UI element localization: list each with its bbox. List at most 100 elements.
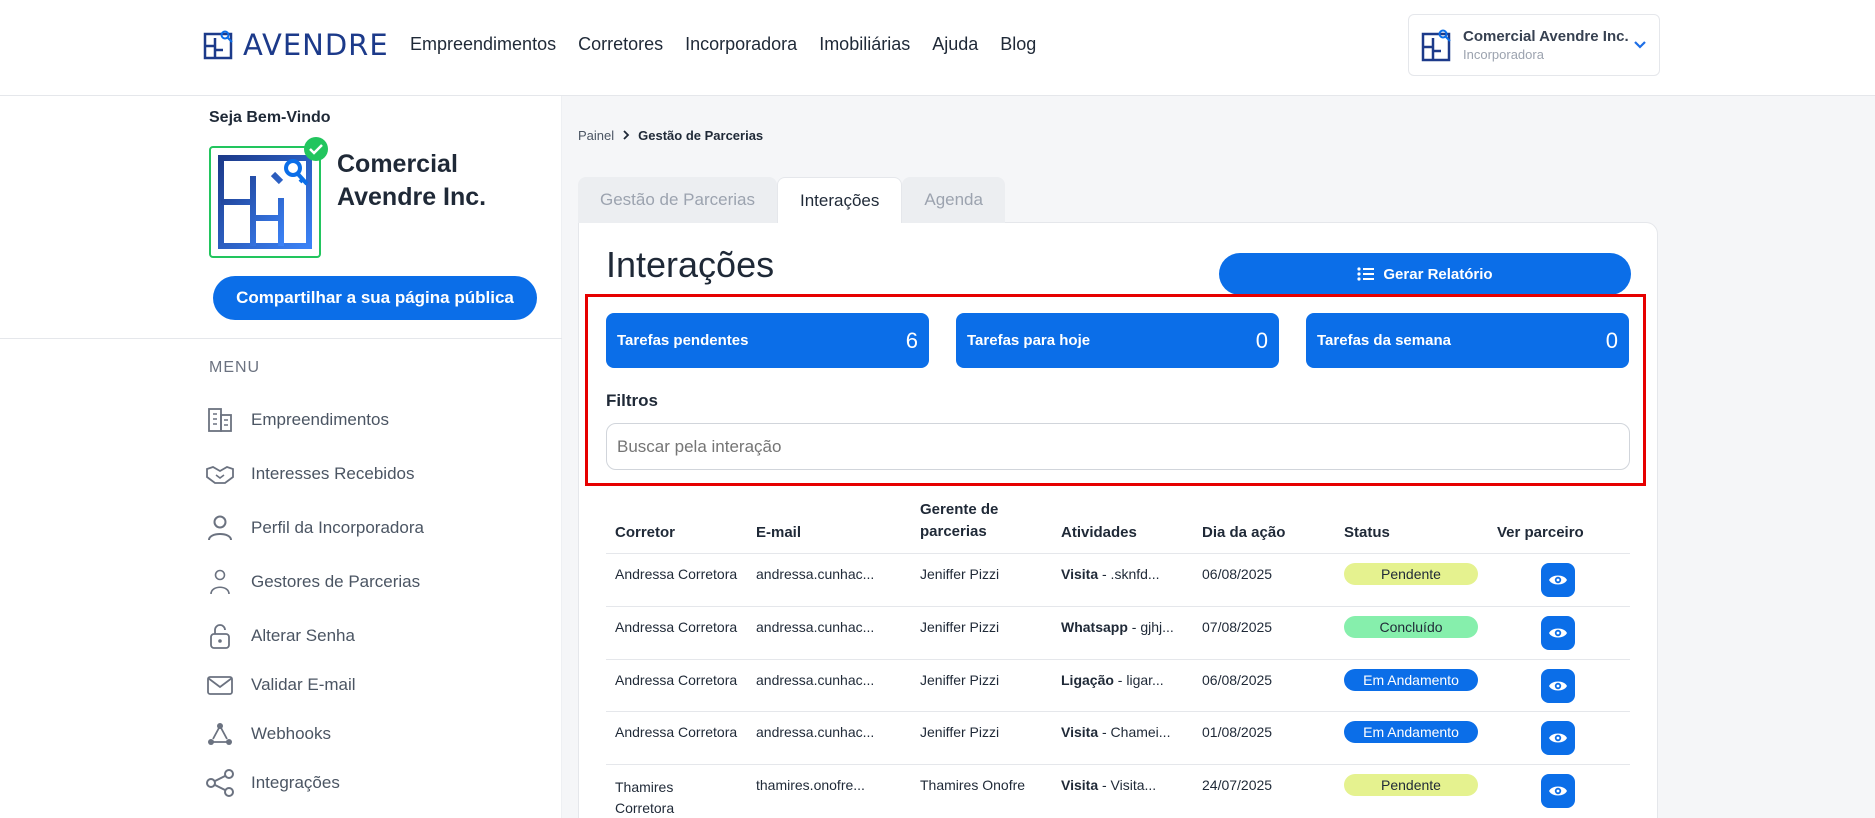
sidebar-item-label: Alterar Senha [251, 626, 355, 645]
sidebar-item-validar-email[interactable]: Validar E-mail [205, 667, 356, 703]
account-logo-icon [1421, 29, 1451, 62]
eye-icon [1549, 628, 1567, 638]
cell-corretor: Andressa Corretora [615, 724, 738, 740]
sidebar-item-label: Webhooks [251, 724, 332, 743]
cell-gerente: Jeniffer Pizzi [920, 672, 1000, 688]
sidebar-item-gestores[interactable]: Gestores de Parcerias [205, 564, 420, 600]
nav-blog[interactable]: Blog [1000, 34, 1036, 55]
generate-report-label: Gerar Relatório [1383, 265, 1493, 283]
account-switcher[interactable]: Comercial Avendre Inc. Incorporadora [1408, 14, 1660, 76]
cell-dia: 07/08/2025 [1202, 619, 1273, 635]
mail-icon [207, 676, 233, 695]
tab-agenda[interactable]: Agenda [902, 177, 1005, 223]
nav-imobiliarias[interactable]: Imobiliárias [819, 34, 910, 55]
sidebar-item-interesses[interactable]: Interesses Recebidos [205, 456, 414, 492]
stat-label: Tarefas para hoje [967, 332, 1091, 349]
verified-badge-icon [304, 137, 328, 161]
column-header-dia: Dia da ação [1202, 524, 1286, 541]
stat-tarefas-hoje[interactable]: Tarefas para hoje 0 [956, 313, 1279, 368]
nav-ajuda[interactable]: Ajuda [932, 34, 978, 55]
activity-type: Visita [1061, 777, 1099, 793]
column-header-ver-parceiro: Ver parceiro [1497, 524, 1584, 541]
column-header-email: E-mail [756, 524, 802, 541]
tab-bar: Gestão de Parcerias Interações Agenda [578, 177, 1005, 223]
cell-email: andressa.cunhac... [756, 619, 875, 635]
activity-desc: - Chamei... [1098, 724, 1171, 740]
cell-atividade: Ligação - ligar... [1061, 672, 1164, 688]
nav-incorporadora[interactable]: Incorporadora [685, 34, 797, 55]
company-logo-icon [218, 155, 312, 249]
cell-email: andressa.cunhac... [756, 566, 875, 582]
row-divider [606, 606, 1630, 607]
row-divider [606, 659, 1630, 660]
search-input[interactable] [606, 423, 1630, 470]
stat-value: 6 [905, 327, 918, 353]
cell-email: andressa.cunhac... [756, 672, 875, 688]
sidebar-item-label: Gestores de Parcerias [251, 572, 421, 591]
sidebar-item-alterar-senha[interactable]: Alterar Senha [205, 618, 355, 654]
eye-icon [1549, 786, 1567, 796]
stat-label: Tarefas da semana [1317, 332, 1451, 349]
activity-type: Ligação [1061, 672, 1114, 688]
webhook-icon [208, 723, 232, 745]
cell-dia: 06/08/2025 [1202, 566, 1273, 582]
menu-title: MENU [209, 359, 261, 376]
row-divider [606, 553, 1630, 554]
building-icon [208, 408, 232, 432]
view-partner-button[interactable] [1541, 721, 1575, 755]
cell-corretor: Andressa Corretora [615, 619, 738, 635]
sidebar-item-integracoes[interactable]: Integrações [205, 765, 340, 801]
sidebar-item-perfil[interactable]: Perfil da Incorporadora [205, 510, 424, 546]
stat-value: 0 [1605, 327, 1618, 353]
brand-name: AVENDRE [243, 28, 389, 62]
activity-type: Visita [1061, 566, 1099, 582]
column-header-corretor: Corretor [615, 524, 676, 541]
sidebar-item-label: Perfil da Incorporadora [251, 518, 424, 537]
eye-icon [1549, 681, 1567, 691]
company-avatar [209, 146, 321, 258]
status-badge: Pendente [1344, 563, 1478, 585]
top-navbar: AVENDRE Empreendimentos Corretores Incor… [0, 0, 1875, 96]
stat-tarefas-semana[interactable]: Tarefas da semana 0 [1306, 313, 1629, 368]
cell-atividade: Whatsapp - gjhj... [1061, 619, 1174, 635]
view-partner-button[interactable] [1541, 563, 1575, 597]
main-nav: Empreendimentos Corretores Incorporadora… [410, 34, 1058, 55]
status-badge: Pendente [1344, 774, 1478, 796]
nav-corretores[interactable]: Corretores [578, 34, 663, 55]
sidebar-item-label: Validar E-mail [251, 675, 356, 694]
brand-logo[interactable]: AVENDRE [203, 28, 389, 62]
avendre-logo-icon [203, 30, 233, 60]
tab-gestao-parcerias[interactable]: Gestão de Parcerias [578, 177, 777, 223]
cell-gerente: Jeniffer Pizzi [920, 566, 1000, 582]
nav-empreendimentos[interactable]: Empreendimentos [410, 34, 556, 55]
stat-value: 0 [1255, 327, 1268, 353]
share-public-page-button[interactable]: Compartilhar a sua página pública [213, 276, 537, 320]
row-divider [606, 711, 1630, 712]
user-icon [208, 515, 232, 541]
sidebar-item-empreendimentos[interactable]: Empreendimentos [205, 402, 389, 438]
sidebar-item-label: Empreendimentos [251, 410, 389, 429]
filters-title: Filtros [606, 391, 658, 410]
column-header-gerente: Gerente de parcerias [920, 501, 999, 540]
stat-tarefas-pendentes[interactable]: Tarefas pendentes 6 [606, 313, 929, 368]
generate-report-button[interactable]: Gerar Relatório [1219, 253, 1631, 295]
sidebar-item-webhooks[interactable]: Webhooks [205, 716, 331, 752]
activity-desc: - Visita... [1098, 777, 1157, 793]
cell-gerente: Thamires Onofre [920, 777, 1026, 793]
status-badge: Em Andamento [1344, 721, 1478, 743]
cell-gerente: Jeniffer Pizzi [920, 619, 1000, 635]
cell-corretor: Thamires Corretora [615, 779, 675, 816]
account-name: Comercial Avendre Inc. [1463, 28, 1629, 45]
cell-corretor: Andressa Corretora [615, 566, 738, 582]
page-title: Interações [606, 244, 775, 285]
view-partner-button[interactable] [1541, 616, 1575, 650]
tab-interacoes[interactable]: Interações [776, 177, 903, 223]
cell-dia: 01/08/2025 [1202, 724, 1273, 740]
view-partner-button[interactable] [1541, 774, 1575, 808]
column-header-status: Status [1344, 524, 1390, 541]
sidebar-divider [0, 338, 562, 339]
sidebar-item-label: Interesses Recebidos [251, 464, 415, 483]
breadcrumb-root[interactable]: Painel [578, 128, 614, 143]
breadcrumb-current: Gestão de Parcerias [638, 128, 764, 143]
view-partner-button[interactable] [1541, 669, 1575, 703]
